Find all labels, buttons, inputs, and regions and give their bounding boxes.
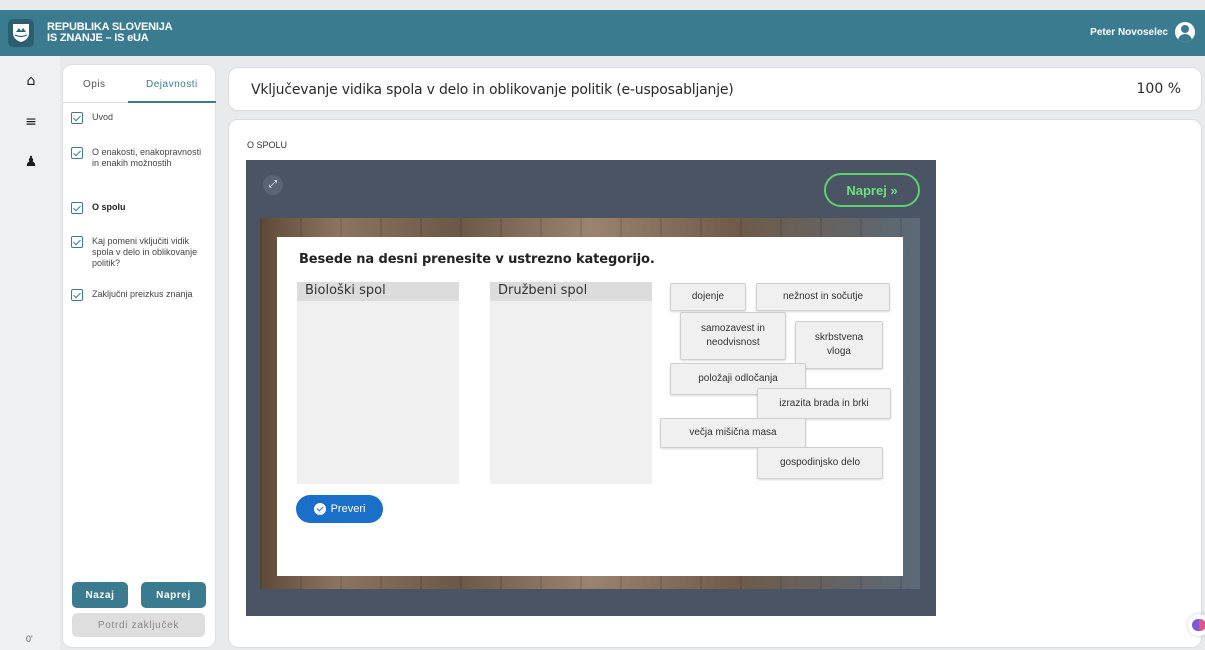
back-button[interactable]: Nazaj: [72, 582, 128, 608]
course-title: Vključevanje vidika spola v delo in obli…: [251, 82, 734, 98]
draggable-word[interactable]: gospodinjsko delo: [757, 447, 883, 479]
checkbox-checked-icon[interactable]: [71, 202, 83, 214]
player-next-button[interactable]: Naprej »: [824, 173, 920, 207]
checkbox-checked-icon[interactable]: [71, 112, 83, 124]
learner-icon[interactable]: ♟: [23, 154, 39, 170]
course-header: Vključevanje vidika spola v delo in obli…: [228, 67, 1202, 111]
user-avatar-icon[interactable]: [1175, 22, 1195, 42]
checkbox-checked-icon[interactable]: [71, 236, 83, 248]
tab-dejavnosti[interactable]: Dejavnosti: [146, 79, 198, 90]
brand-line-2: IS ZNANJE – IS eUA: [47, 32, 149, 44]
check-circle-icon: [313, 503, 326, 515]
checkbox-checked-icon[interactable]: [71, 147, 83, 159]
dropzone-label: Družbeni spol: [498, 283, 588, 298]
draggable-word[interactable]: samozavest in neodvisnost: [680, 312, 786, 360]
activity-label: O enakosti, enakopravnosti in enakih mož…: [92, 147, 202, 168]
confirm-completion-button[interactable]: Potrdi zaključek: [72, 613, 205, 637]
draggable-word[interactable]: večja mišična masa: [660, 418, 806, 448]
check-answers-button[interactable]: Preveri: [296, 495, 383, 523]
draggable-word[interactable]: izrazita brada in brki: [757, 388, 891, 419]
home-icon[interactable]: ⌂: [23, 73, 39, 89]
dropzone-biological-sex[interactable]: Biološki spol: [297, 282, 459, 484]
checkbox-checked-icon[interactable]: [71, 289, 83, 301]
exercise-instruction: Besede na desni prenesite v ustrezno kat…: [299, 252, 655, 267]
sidebar-tabs: Opis Dejavnosti: [63, 65, 216, 103]
activities-sidebar: Opis Dejavnosti Uvod O enakosti, enakopr…: [62, 64, 216, 648]
active-tab-indicator: [128, 101, 216, 103]
left-rail: ⌂ ≡ ♟ 0': [0, 56, 60, 650]
activity-label: Uvod: [92, 112, 114, 122]
shield-icon: [13, 24, 29, 42]
draggable-word[interactable]: nežnost in sočutje: [756, 283, 890, 311]
coat-of-arms-logo[interactable]: [8, 19, 34, 47]
user-name[interactable]: Peter Novoselec: [1090, 27, 1168, 38]
activity-label: O spolu: [92, 202, 126, 212]
rail-bottom-text: 0': [26, 634, 33, 644]
activity-label: Zaključni preizkus znanja: [92, 289, 193, 299]
section-title: O SPOLU: [247, 140, 288, 150]
brand-title[interactable]: REPUBLIKA SLOVENIJA IS ZNANJE – IS eUA: [47, 22, 173, 44]
check-answers-label: Preveri: [330, 503, 366, 515]
expand-icon[interactable]: ⤢: [263, 175, 283, 195]
draggable-word[interactable]: dojenje: [670, 283, 746, 311]
next-button[interactable]: Naprej: [141, 582, 206, 608]
draggable-word[interactable]: skrbstvena vloga: [795, 321, 883, 369]
course-progress: 100 %: [1136, 81, 1181, 97]
activity-label: Kaj pomeni vključiti vidik spola v delo …: [92, 236, 198, 268]
assistant-brain-icon[interactable]: [1188, 614, 1205, 636]
dropzone-label: Biološki spol: [305, 283, 386, 298]
drag-drop-exercise: Besede na desni prenesite v ustrezno kat…: [277, 237, 903, 576]
tab-opis[interactable]: Opis: [83, 79, 106, 90]
top-bar: REPUBLIKA SLOVENIJA IS ZNANJE – IS eUA P…: [0, 10, 1205, 56]
list-icon[interactable]: ≡: [23, 114, 39, 130]
dropzone-social-gender[interactable]: Družbeni spol: [490, 282, 652, 484]
